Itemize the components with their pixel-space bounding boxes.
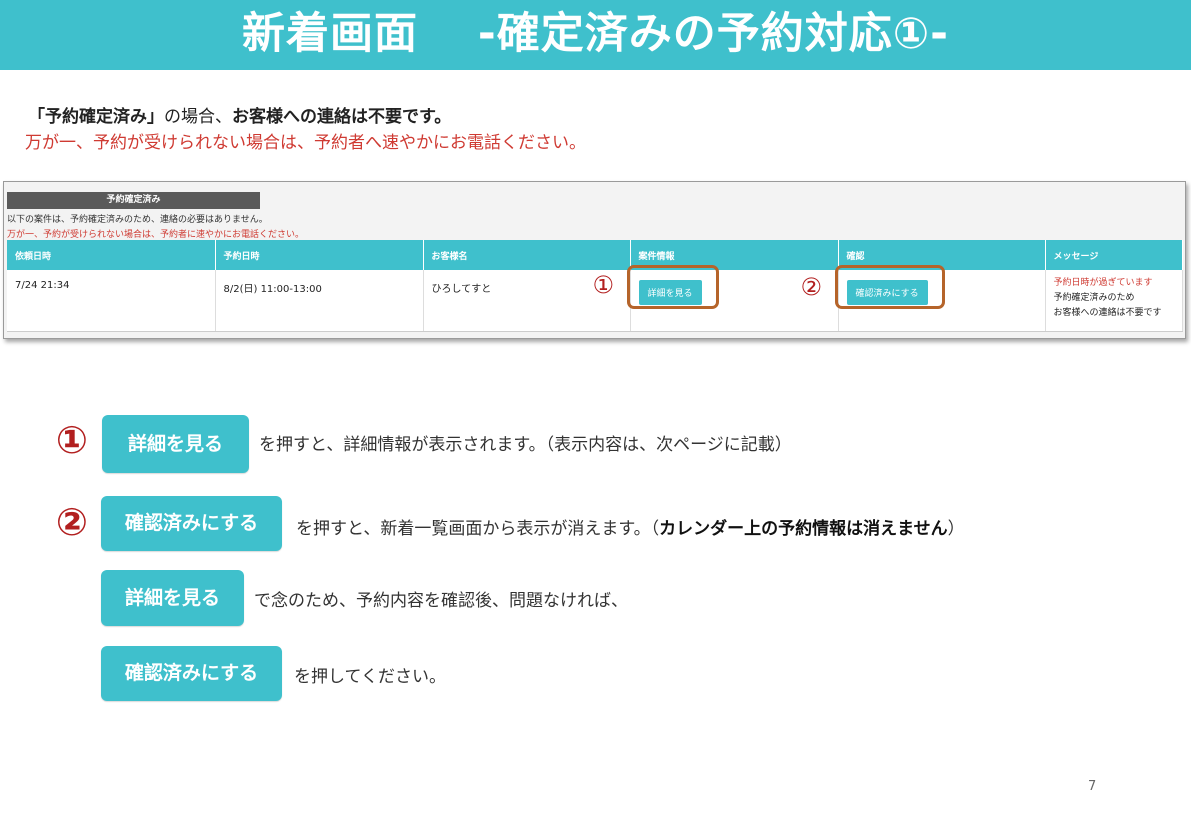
mark-confirmed-button-large[interactable]: 確認済みにする xyxy=(101,496,282,551)
view-detail-button-large-2[interactable]: 詳細を見る xyxy=(101,570,244,626)
intro-no-contact: お客様への連絡は不要です。 xyxy=(232,107,452,127)
view-detail-button-large[interactable]: 詳細を見る xyxy=(102,415,249,473)
message-past-date: 予約日時が過ぎています xyxy=(1053,278,1153,288)
highlight-box-2 xyxy=(834,265,945,309)
request-datetime: 7/24 21:34 xyxy=(7,270,216,332)
intro-case: の場合、 xyxy=(164,107,232,127)
slide-title: 新着画面 -確定済みの予約対応①- xyxy=(241,9,950,59)
confirm-cell: ② 確認済みにする xyxy=(801,265,1046,332)
intro-highlight: 「予約確定済み」 xyxy=(28,107,164,127)
marker-2: ② xyxy=(800,273,823,301)
highlight-box-1 xyxy=(626,265,719,309)
embedded-screenshot: 予約確定済み 以下の案件は、予約確定済みのため、連絡の必要はありません。 万が一… xyxy=(3,181,1186,339)
step-2-text-c: ） xyxy=(947,519,965,539)
marker-1: ① xyxy=(592,271,615,299)
intro-line-2: 万が一、予約が受けられない場合は、予約者へ速やかにお電話ください。 xyxy=(25,133,586,153)
column-header: 予約日時 xyxy=(215,240,424,270)
screenshot-warning: 万が一、予約が受けられない場合は、予約者に速やかにお電話ください。 xyxy=(7,230,305,240)
table-row: 7/24 21:34 8/2(日) 11:00-13:00 ひろしてすと ① 詳… xyxy=(7,265,1183,332)
message-cell: 予約日時が過ぎています 予約確定済みのため お客様への連絡は不要です xyxy=(1045,270,1183,332)
step-number-2: ② xyxy=(55,500,89,544)
mark-confirmed-button-large-2[interactable]: 確認済みにする xyxy=(101,646,282,701)
step-2-text-a: を押すと、新着一覧画面から表示が消えます。（ xyxy=(296,519,660,539)
section-tab-confirmed: 予約確定済み xyxy=(7,192,260,209)
step-4-text: を押してください。 xyxy=(294,667,446,687)
message-no-contact: お客様への連絡は不要です xyxy=(1053,308,1162,318)
page-number: 7 xyxy=(1088,779,1097,794)
step-number-1: ① xyxy=(55,418,89,462)
step-2-text: を押すと、新着一覧画面から表示が消えます。（カレンダー上の予約情報は消えません） xyxy=(296,514,965,539)
step-2-text-bold: カレンダー上の予約情報は消えません xyxy=(659,519,948,539)
title-bar: 新着画面 -確定済みの予約対応①- xyxy=(0,0,1191,70)
table-header-row: 依頼日時 予約日時 お客様名 案件情報 確認 メッセージ xyxy=(7,240,1183,270)
message-confirmed: 予約確定済みのため xyxy=(1053,293,1135,303)
reservation-datetime: 8/2(日) 11:00-13:00 xyxy=(215,270,424,332)
intro-line-1: 「予約確定済み」の場合、お客様への連絡は不要です。 xyxy=(28,104,586,130)
intro-text: 「予約確定済み」の場合、お客様への連絡は不要です。 万が一、予約が受けられない場… xyxy=(25,104,586,156)
screenshot-note: 以下の案件は、予約確定済みのため、連絡の必要はありません。 xyxy=(7,215,268,225)
column-header: メッセージ xyxy=(1045,240,1183,270)
column-header: 依頼日時 xyxy=(7,240,216,270)
reservation-table: 依頼日時 予約日時 お客様名 案件情報 確認 メッセージ 7/24 21:34 … xyxy=(7,240,1183,332)
column-header: お客様名 xyxy=(423,240,631,270)
step-3-text: で念のため、予約内容を確認後、問題なければ、 xyxy=(254,591,628,611)
step-1-text: を押すと、詳細情報が表示されます。（表示内容は、次ページに記載） xyxy=(259,435,792,455)
